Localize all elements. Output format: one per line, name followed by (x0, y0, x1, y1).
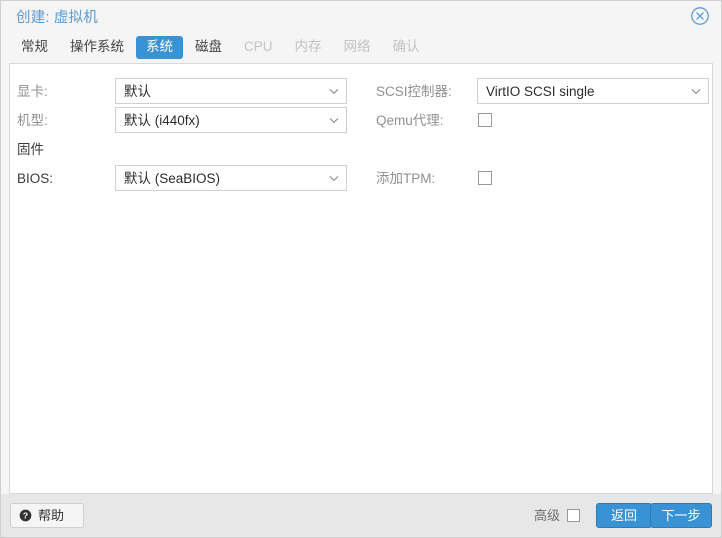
section-firmware: 固件 (10, 137, 362, 165)
machine-value: 默认 (i440fx) (124, 113, 200, 128)
wizard-tabs: 常规 操作系统 系统 磁盘 CPU 内存 网络 确认 (11, 35, 432, 59)
bios-select[interactable]: 默认 (SeaBIOS) (115, 165, 347, 191)
graphic-card-select[interactable]: 默认 (115, 78, 347, 104)
tab-general[interactable]: 常规 (11, 36, 58, 59)
scsi-controller-value: VirtIO SCSI single (486, 84, 595, 99)
dialog-header: 创建: 虚拟机 常规 操作系统 系统 磁盘 CPU 内存 网络 确认 (1, 1, 721, 63)
help-button[interactable]: ? 帮助 (10, 503, 84, 528)
tab-network: 网络 (343, 38, 371, 54)
chevron-down-icon (329, 89, 339, 95)
advanced-label: 高级 (533, 508, 560, 523)
tab-os[interactable]: 操作系统 (60, 36, 134, 59)
create-vm-dialog: 创建: 虚拟机 常规 操作系统 系统 磁盘 CPU 内存 网络 确认 显卡: 默… (0, 0, 722, 538)
tab-system[interactable]: 系统 (136, 35, 183, 59)
field-add-tpm: 添加TPM: (367, 165, 712, 193)
svg-text:?: ? (23, 510, 28, 520)
back-button[interactable]: 返回 (596, 503, 652, 528)
field-machine: 机型: 默认 (i440fx) (10, 107, 362, 135)
field-graphic-card: 显卡: 默认 (10, 78, 362, 106)
add-tpm-label: 添加TPM: (376, 171, 436, 186)
close-icon[interactable] (690, 6, 710, 26)
chevron-down-icon (329, 176, 339, 182)
qemu-agent-checkbox[interactable] (478, 113, 492, 127)
field-scsi-controller: SCSI控制器: VirtIO SCSI single (367, 78, 712, 106)
graphic-card-label: 显卡: (17, 84, 48, 99)
question-circle-icon: ? (19, 509, 32, 522)
bios-value: 默认 (SeaBIOS) (124, 171, 221, 186)
next-button[interactable]: 下一步 (650, 503, 712, 528)
help-button-label: 帮助 (38, 508, 65, 523)
advanced-checkbox[interactable] (567, 509, 580, 522)
chevron-down-icon (691, 89, 701, 95)
machine-label: 机型: (17, 113, 48, 128)
dialog-footer: ? 帮助 高级 返回 下一步 (1, 494, 721, 537)
tab-cpu: CPU (244, 38, 273, 54)
chevron-down-icon (329, 118, 339, 124)
machine-select[interactable]: 默认 (i440fx) (115, 107, 347, 133)
tab-disks[interactable]: 磁盘 (185, 36, 232, 59)
tab-confirm: 确认 (392, 38, 420, 54)
bios-label: BIOS: (17, 171, 54, 186)
footer-actions: 高级 返回 下一步 (522, 494, 712, 537)
add-tpm-checkbox[interactable] (478, 171, 492, 185)
dialog-title: 创建: 虚拟机 (16, 10, 98, 26)
system-tab-panel: 显卡: 默认 机型: 默认 (i440fx) 固件 BIOS: 默认 (SeaB… (9, 63, 713, 494)
scsi-controller-label: SCSI控制器: (376, 84, 452, 99)
firmware-section-label: 固件 (17, 142, 44, 157)
graphic-card-value: 默认 (124, 84, 151, 99)
scsi-controller-select[interactable]: VirtIO SCSI single (477, 78, 709, 104)
field-bios: BIOS: 默认 (SeaBIOS) (10, 165, 362, 193)
field-qemu-agent: Qemu代理: (367, 107, 712, 135)
tab-memory: 内存 (294, 38, 322, 54)
qemu-agent-label: Qemu代理: (376, 113, 444, 128)
